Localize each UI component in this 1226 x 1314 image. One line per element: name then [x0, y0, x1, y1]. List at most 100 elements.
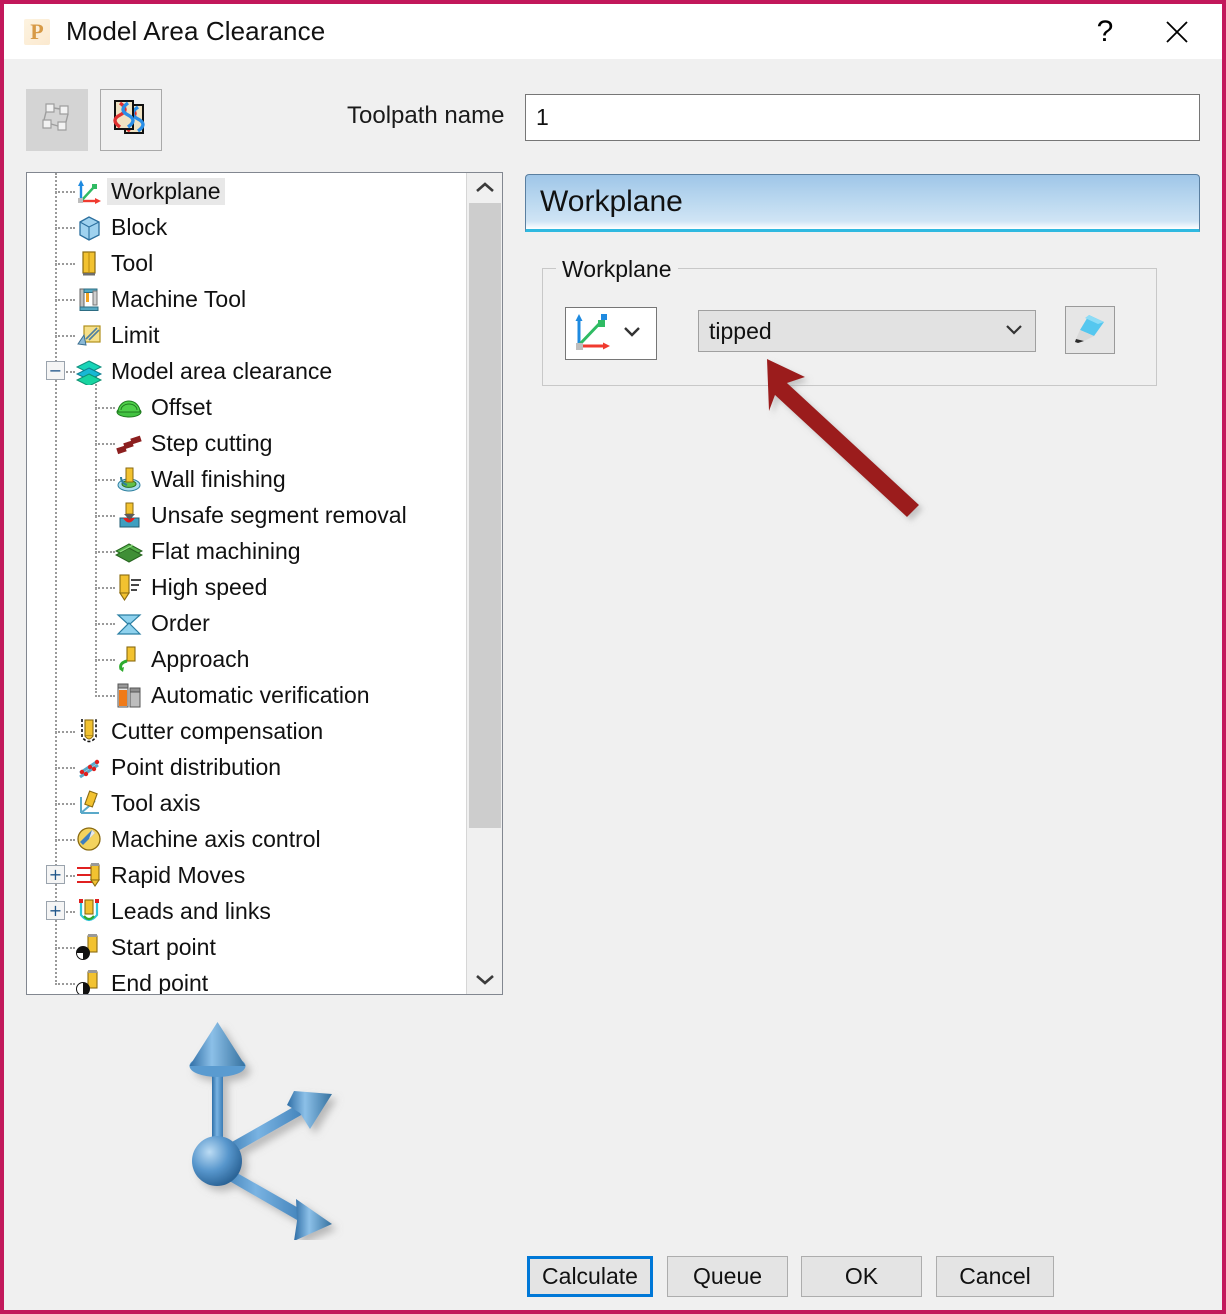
- tree-connector: [55, 335, 75, 337]
- tree-item-workplane[interactable]: Workplane: [27, 173, 467, 209]
- tree-connector: [55, 839, 75, 841]
- title-bar: P Model Area Clearance: [4, 4, 1222, 59]
- tree-item-start-point[interactable]: Start point: [27, 929, 467, 965]
- window-title: Model Area Clearance: [66, 16, 326, 46]
- tree-item-model-area-clearance[interactable]: − Model area clearance: [27, 353, 467, 389]
- simulate-toolpath-button[interactable]: [26, 89, 88, 151]
- machine-tool-icon: [75, 285, 103, 313]
- tree-item-high-speed[interactable]: High speed: [27, 569, 467, 605]
- tree-item-wall-finishing[interactable]: Wall finishing: [27, 461, 467, 497]
- question-mark-icon: ?: [1096, 14, 1114, 48]
- workplane-combo[interactable]: tipped: [698, 310, 1036, 352]
- tree-connector: [95, 623, 115, 625]
- edit-workplane-button[interactable]: [1065, 306, 1115, 354]
- toolpath-preview-button[interactable]: [100, 89, 162, 151]
- page-header: Workplane: [525, 174, 1200, 232]
- pencil-icon: [1072, 310, 1108, 351]
- close-icon: [1163, 18, 1191, 46]
- tree-item-label: Order: [151, 609, 210, 636]
- tree-item-approach[interactable]: Approach: [27, 641, 467, 677]
- tree-item-label: Start point: [111, 933, 216, 960]
- tree-connector: [55, 299, 75, 301]
- tree-item-limit[interactable]: Limit: [27, 317, 467, 353]
- high-speed-icon: [115, 573, 143, 602]
- tree-item-flat-machining[interactable]: Flat machining: [27, 533, 467, 569]
- queue-button[interactable]: Queue: [667, 1256, 788, 1297]
- scroll-down-button[interactable]: [467, 964, 502, 994]
- leads-and-links-icon: [75, 897, 103, 925]
- workplane-combo-value: tipped: [709, 317, 772, 344]
- tree-item-cutter-compensation[interactable]: Cutter compensation: [27, 713, 467, 749]
- rapid-moves-icon: [75, 861, 103, 889]
- tree-item-label: Automatic verification: [151, 681, 370, 708]
- tree-connector: [55, 803, 75, 805]
- ok-button[interactable]: OK: [801, 1256, 922, 1297]
- tree-scrollbar[interactable]: [466, 173, 502, 994]
- tree-item-label: Cutter compensation: [111, 717, 324, 744]
- tree-connector: [55, 947, 75, 949]
- close-button[interactable]: [1146, 4, 1208, 59]
- tree-item-label: Unsafe segment removal: [151, 501, 407, 528]
- tree-item-machine-axis-control[interactable]: Machine axis control: [27, 821, 467, 857]
- scrollbar-thumb[interactable]: [469, 203, 501, 828]
- strategy-tree-panel[interactable]: Workplane Block Tool Machine Tool Limit − Mode…: [26, 172, 503, 995]
- tree-item-unsafe-segment-removal[interactable]: Unsafe segment removal: [27, 497, 467, 533]
- toolpath-name-label: Toolpath name: [347, 102, 505, 129]
- tree-item-block[interactable]: Block: [27, 209, 467, 245]
- offset-icon: [115, 393, 143, 421]
- tree-connector: [95, 659, 115, 661]
- tree-expand-toggle[interactable]: +: [46, 865, 65, 884]
- tree-item-tool-axis[interactable]: Tool axis: [27, 785, 467, 821]
- tree-item-point-distribution[interactable]: Point distribution: [27, 749, 467, 785]
- tree-connector: [95, 587, 115, 589]
- tree-item-offset[interactable]: Offset: [27, 389, 467, 425]
- model-area-clearance-icon: [75, 357, 103, 387]
- tree-item-label: Flat machining: [151, 537, 301, 564]
- tree-item-label: Workplane: [107, 177, 225, 205]
- tree-item-end-point[interactable]: End point: [27, 965, 467, 994]
- workplane-picker-button[interactable]: [565, 307, 657, 360]
- help-button[interactable]: ?: [1074, 4, 1136, 59]
- tree-item-label: Machine axis control: [111, 825, 321, 852]
- app-logo-icon: P: [24, 18, 50, 45]
- tool-icon: [75, 249, 103, 277]
- strategy-tree: Workplane Block Tool Machine Tool Limit − Mode…: [27, 173, 467, 994]
- tree-item-tool[interactable]: Tool: [27, 245, 467, 281]
- tree-connector: [55, 983, 75, 985]
- tree-item-label: Tool: [111, 249, 154, 276]
- tree-item-machine-tool[interactable]: Machine Tool: [27, 281, 467, 317]
- tree-item-step-cutting[interactable]: Step cutting: [27, 425, 467, 461]
- scroll-up-button[interactable]: [467, 173, 502, 203]
- toolpath-name-input[interactable]: [525, 94, 1200, 141]
- tree-item-automatic-verification[interactable]: Automatic verification: [27, 677, 467, 713]
- step-cutting-icon: [115, 429, 143, 457]
- tree-collapse-toggle[interactable]: −: [46, 361, 65, 380]
- tree-connector: [55, 227, 75, 229]
- toolpath-preview-icon: [108, 95, 154, 146]
- tree-item-label: Wall finishing: [151, 465, 286, 492]
- tree-item-rapid-moves[interactable]: + Rapid Moves: [27, 857, 467, 893]
- recycle-blocks-icon: [35, 96, 79, 145]
- tree-connector: [55, 191, 75, 193]
- tree-item-leads-and-links[interactable]: + Leads and links: [27, 893, 467, 929]
- tree-item-label: Block: [111, 213, 168, 240]
- tool-axis-icon: [75, 789, 103, 817]
- tree-item-label: Leads and links: [111, 897, 271, 924]
- tree-connector: [55, 731, 75, 733]
- tree-item-label: Tool axis: [111, 789, 201, 816]
- tree-item-order[interactable]: Order: [27, 605, 467, 641]
- tree-expand-toggle[interactable]: +: [46, 901, 65, 920]
- wall-finishing-icon: [115, 465, 143, 493]
- page-title: Workplane: [540, 185, 683, 218]
- cancel-button[interactable]: Cancel: [936, 1256, 1054, 1297]
- tree-item-label: Offset: [151, 393, 212, 420]
- 3d-axis-tripod-graphic: [154, 1009, 384, 1249]
- flat-machining-icon: [114, 537, 144, 565]
- tree-connector: [95, 443, 115, 445]
- tree-connector: [95, 551, 115, 553]
- tree-item-label: High speed: [151, 573, 268, 600]
- calculate-button[interactable]: Calculate: [527, 1256, 653, 1297]
- workplane-combo-chevron-down-icon: [1003, 322, 1025, 341]
- tree-connector: [95, 695, 115, 697]
- workplane-picker-chevron-down-icon: [621, 324, 643, 343]
